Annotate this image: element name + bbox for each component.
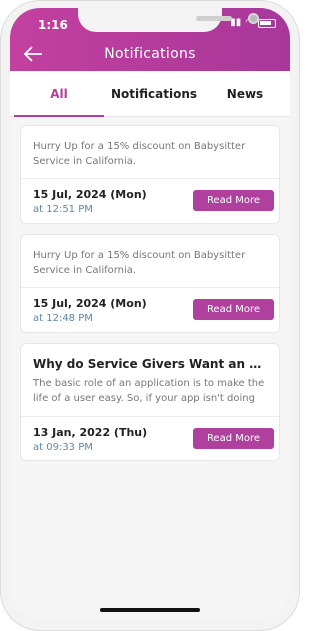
notification-date: 15 Jul, 2024 (Mon) — [33, 188, 147, 201]
read-more-button[interactable]: Read More — [193, 428, 274, 449]
phone-notch — [78, 8, 259, 32]
tab-all[interactable]: All — [14, 71, 104, 117]
notification-message: Hurry Up for a 15% discount on Babysitte… — [33, 141, 246, 167]
read-more-button[interactable]: Read More — [193, 299, 274, 320]
page-title: Notifications — [104, 46, 196, 62]
notification-time: at 12:51 PM — [33, 204, 93, 215]
notification-card: Hurry Up for a 15% discount on Babysitte… — [20, 125, 280, 224]
screen: 1:16 ▮▮ ◠ Notifications All Notification… — [10, 8, 290, 619]
card-divider — [21, 287, 279, 288]
news-time: at 09:33 PM — [33, 442, 93, 453]
card-divider — [21, 416, 279, 417]
notification-card: Hurry Up for a 15% discount on Babysitte… — [20, 234, 280, 333]
speaker-icon — [196, 16, 232, 21]
camera-icon — [248, 13, 259, 24]
card-divider — [21, 178, 279, 179]
tab-bar: All Notifications News — [10, 71, 290, 117]
phone-frame: 1:16 ▮▮ ◠ Notifications All Notification… — [0, 0, 300, 631]
home-indicator — [100, 608, 200, 612]
notification-time: at 12:48 PM — [33, 313, 93, 324]
tab-news[interactable]: News — [204, 71, 286, 117]
battery-icon — [258, 18, 276, 28]
news-date: 13 Jan, 2022 (Thu) — [33, 426, 148, 439]
status-time: 1:16 — [38, 18, 68, 32]
tab-notifications[interactable]: Notifications — [104, 71, 204, 117]
news-heading: Why do Service Givers Want an App Like t… — [33, 357, 279, 371]
news-excerpt: The basic role of an application is to m… — [33, 378, 265, 404]
read-more-button[interactable]: Read More — [193, 190, 274, 211]
notification-message: Hurry Up for a 15% discount on Babysitte… — [33, 250, 246, 276]
news-card: Why do Service Givers Want an App Like t… — [20, 343, 280, 461]
active-tab-indicator — [14, 115, 104, 117]
notification-date: 15 Jul, 2024 (Mon) — [33, 297, 147, 310]
signal-icon: ▮▮ — [230, 17, 242, 28]
